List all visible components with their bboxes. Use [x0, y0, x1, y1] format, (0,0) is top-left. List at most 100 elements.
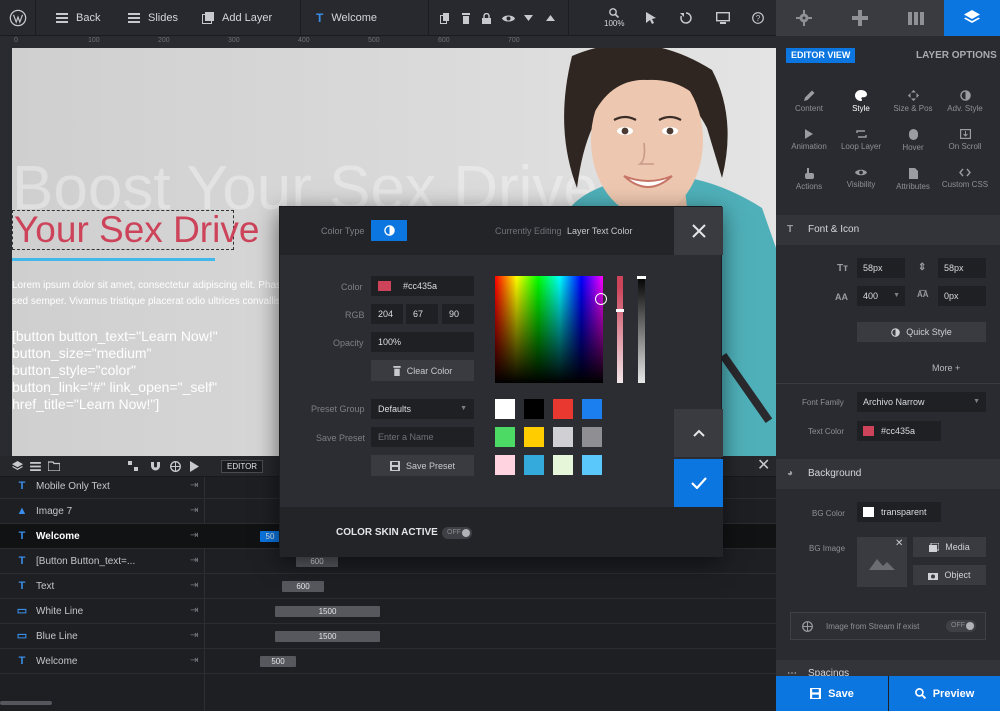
preset-swatch-gray[interactable]: [582, 427, 602, 447]
timeline-bar[interactable]: 600: [282, 581, 324, 592]
text-color-input[interactable]: #cc435a: [857, 421, 941, 441]
headline-layer[interactable]: Your Sex Drive: [12, 210, 259, 250]
add-layer-button[interactable]: Add Layer: [202, 0, 272, 36]
layers-icon[interactable]: [12, 461, 23, 472]
collapse-icon[interactable]: ⇥: [190, 555, 198, 566]
preview-button[interactable]: Preview: [889, 676, 1000, 711]
blue-line-layer[interactable]: [12, 258, 215, 261]
blue-input[interactable]: 90: [442, 304, 474, 324]
list-icon[interactable]: [30, 462, 41, 471]
color-spectrum[interactable]: [495, 276, 603, 383]
opacity-slider[interactable]: [638, 276, 645, 383]
option-style[interactable]: Style: [833, 90, 889, 113]
preset-swatch-black[interactable]: [524, 399, 544, 419]
save-button[interactable]: Save: [776, 676, 888, 711]
option-custom-css[interactable]: Custom CSS: [937, 168, 993, 189]
collapse-icon[interactable]: ⇥: [190, 655, 198, 666]
quick-style-button[interactable]: Quick Style: [857, 322, 986, 342]
timeline-bar[interactable]: 600: [296, 556, 338, 567]
layer-dropdown-button[interactable]: [524, 0, 533, 36]
device-button[interactable]: [716, 0, 730, 36]
option-loop-layer[interactable]: Loop Layer: [833, 129, 889, 151]
opacity-input[interactable]: 100%: [371, 332, 474, 352]
font-weight-select[interactable]: 400 ▼: [857, 286, 905, 306]
green-input[interactable]: 67: [406, 304, 438, 324]
slides-button[interactable]: Slides: [128, 0, 178, 36]
timeline-bar[interactable]: 1500: [275, 606, 380, 617]
duplicate-button[interactable]: [440, 0, 450, 36]
timeline-bar[interactable]: 50: [260, 531, 280, 542]
preset-swatch-pink[interactable]: [495, 455, 515, 475]
timeline-row[interactable]: ▭ White Line ⇥ 1500: [0, 599, 776, 624]
color-hex-input[interactable]: #cc435a: [371, 276, 474, 296]
option-visibility[interactable]: Visibility: [833, 168, 889, 189]
help-button[interactable]: ?: [752, 0, 764, 36]
tab-layers[interactable]: [944, 0, 1000, 36]
clear-color-button[interactable]: Clear Color: [371, 360, 474, 381]
timeline-scrollbar[interactable]: [0, 701, 52, 705]
remove-image-icon[interactable]: ✕: [895, 538, 903, 549]
collapse-icon[interactable]: ⇥: [190, 480, 198, 491]
background-section-header[interactable]: ◕ Background: [776, 459, 1000, 489]
editor-view-badge[interactable]: EDITOR VIEW: [786, 48, 856, 63]
delete-button[interactable]: [462, 0, 470, 36]
magnet-icon[interactable]: [150, 461, 161, 472]
timeline-row[interactable]: ▭ Blue Line ⇥ 1500: [0, 624, 776, 649]
more-options-button[interactable]: More +: [932, 363, 960, 373]
preset-swatch-red[interactable]: [553, 399, 573, 419]
color-picker-handle[interactable]: [595, 293, 607, 305]
preset-swatch-teal[interactable]: [524, 455, 544, 475]
object-button[interactable]: Object: [913, 565, 986, 585]
option-animation[interactable]: Animation: [781, 129, 837, 151]
line-height-input[interactable]: 58px: [938, 258, 986, 278]
select-tool-button[interactable]: [646, 0, 656, 36]
option-adv-style[interactable]: Adv. Style: [937, 90, 993, 113]
option-on-scroll[interactable]: On Scroll: [937, 129, 993, 151]
option-content[interactable]: Content: [781, 90, 837, 113]
preset-swatch-yellow[interactable]: [524, 427, 544, 447]
undo-button[interactable]: [680, 0, 692, 36]
save-preset-button[interactable]: Save Preset: [371, 455, 474, 476]
collapse-presets-button[interactable]: [674, 409, 723, 457]
timeline-bar[interactable]: 500: [260, 656, 296, 667]
red-input[interactable]: 204: [371, 304, 403, 324]
editor-tag[interactable]: EDITOR: [221, 460, 264, 473]
stream-toggle[interactable]: OFF: [946, 620, 976, 632]
timeline-row[interactable]: T Welcome ⇥ 500: [0, 649, 776, 674]
option-actions[interactable]: Actions: [781, 168, 837, 191]
timeline-bar[interactable]: 1500: [275, 631, 380, 642]
font-icon-section-header[interactable]: T Font & Icon: [776, 215, 1000, 245]
preset-swatch-blue[interactable]: [582, 399, 602, 419]
tab-slides[interactable]: [888, 0, 944, 36]
close-dialog-button[interactable]: [674, 207, 723, 255]
timeline-row[interactable]: T Text ⇥ 600: [0, 574, 776, 599]
spacings-section-header[interactable]: ⋯ Spacings: [776, 660, 1000, 676]
wordpress-logo-button[interactable]: [0, 0, 36, 36]
preset-name-input[interactable]: Enter a Name: [371, 427, 474, 447]
option-size-pos[interactable]: Size & Pos: [885, 90, 941, 113]
play-icon[interactable]: [190, 461, 199, 472]
folder-icon[interactable]: [48, 461, 60, 471]
layer-name-field[interactable]: T Welcome: [316, 0, 377, 36]
preset-swatch-mint[interactable]: [553, 455, 573, 475]
font-size-input[interactable]: 58px: [857, 258, 905, 278]
collapse-icon[interactable]: ⇥: [190, 630, 198, 641]
button-shortcode-layer[interactable]: [button button_text="Learn Now!" button_…: [12, 328, 218, 413]
globe-icon[interactable]: [170, 461, 181, 472]
visibility-button[interactable]: [502, 0, 515, 36]
collapse-icon[interactable]: ⇥: [190, 605, 198, 616]
paragraph-layer[interactable]: Lorem ipsum dolor sit amet, consectetur …: [12, 278, 312, 310]
collapse-icon[interactable]: ⇥: [190, 530, 198, 541]
option-attributes[interactable]: Attributes: [885, 168, 941, 191]
confirm-color-button[interactable]: [674, 459, 723, 507]
preset-swatch-white[interactable]: [495, 399, 515, 419]
close-timeline-icon[interactable]: ✕: [757, 457, 770, 475]
option-hover[interactable]: Hover: [885, 129, 941, 152]
tab-settings[interactable]: [776, 0, 832, 36]
bg-color-input[interactable]: transparent: [857, 502, 941, 522]
letter-spacing-input[interactable]: 0px: [938, 286, 986, 306]
preset-swatch-light-gray[interactable]: [553, 427, 573, 447]
font-family-select[interactable]: Archivo Narrow ▼: [857, 392, 986, 412]
color-type-button[interactable]: [371, 220, 407, 241]
opacity-slider-handle[interactable]: [637, 276, 646, 279]
